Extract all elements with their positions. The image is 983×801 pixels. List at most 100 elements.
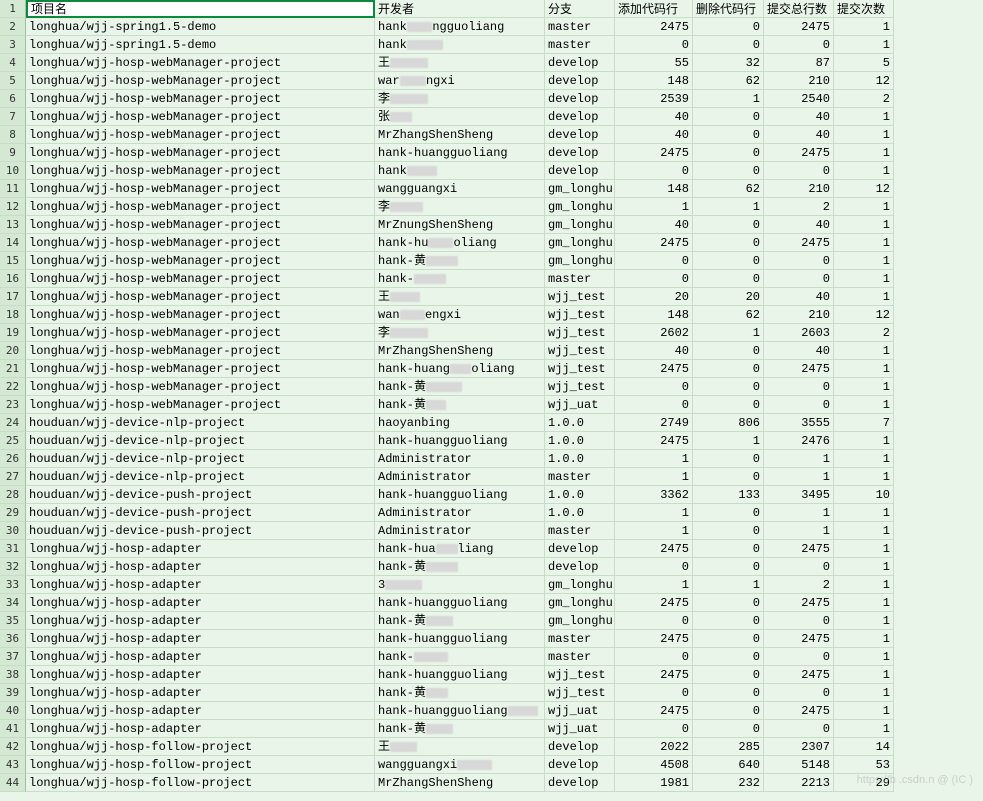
cell-deleted[interactable]: 0 bbox=[693, 108, 764, 126]
cell-branch[interactable]: 1.0.0 bbox=[545, 504, 615, 522]
cell-project[interactable]: longhua/wjj-hosp-adapter bbox=[26, 648, 375, 666]
cell-deleted[interactable]: 640 bbox=[693, 756, 764, 774]
row-header[interactable]: 9 bbox=[0, 144, 26, 162]
cell-developer[interactable]: hank-huangguoliang bbox=[375, 702, 545, 720]
cell-branch[interactable]: wjj_test bbox=[545, 342, 615, 360]
cell-developer[interactable]: hank-huangguoliang bbox=[375, 432, 545, 450]
cell-added[interactable]: 148 bbox=[615, 180, 693, 198]
cell-branch[interactable]: wjj_test bbox=[545, 306, 615, 324]
cell-deleted[interactable]: 806 bbox=[693, 414, 764, 432]
cell-developer[interactable]: wanengxi bbox=[375, 306, 545, 324]
cell-commits[interactable]: 2 bbox=[834, 324, 894, 342]
cell-deleted[interactable]: 0 bbox=[693, 522, 764, 540]
cell-developer[interactable]: 王 bbox=[375, 54, 545, 72]
cell-project[interactable]: longhua/wjj-spring1.5-demo bbox=[26, 36, 375, 54]
cell-deleted[interactable]: 0 bbox=[693, 450, 764, 468]
row-header[interactable]: 13 bbox=[0, 216, 26, 234]
cell-branch[interactable]: develop bbox=[545, 54, 615, 72]
cell-total[interactable]: 2475 bbox=[764, 702, 834, 720]
cell-total[interactable]: 2476 bbox=[764, 432, 834, 450]
cell-deleted[interactable]: 62 bbox=[693, 306, 764, 324]
cell-branch[interactable]: 1.0.0 bbox=[545, 432, 615, 450]
cell-project[interactable]: longhua/wjj-hosp-adapter bbox=[26, 630, 375, 648]
row-header[interactable]: 29 bbox=[0, 504, 26, 522]
cell-developer[interactable]: Administrator bbox=[375, 468, 545, 486]
cell-added[interactable]: 1 bbox=[615, 468, 693, 486]
cell-developer[interactable]: 李 bbox=[375, 90, 545, 108]
cell-developer[interactable]: hank- bbox=[375, 270, 545, 288]
cell-project[interactable]: longhua/wjj-hosp-webManager-project bbox=[26, 198, 375, 216]
cell-commits[interactable]: 1 bbox=[834, 108, 894, 126]
cell-added[interactable]: 2475 bbox=[615, 144, 693, 162]
cell-developer[interactable]: hankngguoliang bbox=[375, 18, 545, 36]
cell-branch[interactable]: wjj_test bbox=[545, 684, 615, 702]
cell-added[interactable]: 0 bbox=[615, 162, 693, 180]
col-header-project[interactable]: 项目名 bbox=[26, 0, 375, 18]
row-header[interactable]: 14 bbox=[0, 234, 26, 252]
cell-developer[interactable]: hank-huangguoliang bbox=[375, 144, 545, 162]
cell-branch[interactable]: develop bbox=[545, 108, 615, 126]
cell-commits[interactable]: 1 bbox=[834, 270, 894, 288]
cell-commits[interactable]: 12 bbox=[834, 180, 894, 198]
cell-commits[interactable]: 10 bbox=[834, 486, 894, 504]
cell-total[interactable]: 2475 bbox=[764, 18, 834, 36]
cell-branch[interactable]: gm_longhu bbox=[545, 198, 615, 216]
cell-commits[interactable]: 1 bbox=[834, 450, 894, 468]
cell-developer[interactable]: hank-黄 bbox=[375, 252, 545, 270]
cell-developer[interactable]: hank bbox=[375, 36, 545, 54]
cell-added[interactable]: 0 bbox=[615, 648, 693, 666]
cell-total[interactable]: 1 bbox=[764, 504, 834, 522]
cell-added[interactable]: 2022 bbox=[615, 738, 693, 756]
cell-project[interactable]: longhua/wjj-hosp-webManager-project bbox=[26, 342, 375, 360]
row-header[interactable]: 19 bbox=[0, 324, 26, 342]
row-header[interactable]: 8 bbox=[0, 126, 26, 144]
row-header[interactable]: 2 bbox=[0, 18, 26, 36]
cell-total[interactable]: 0 bbox=[764, 648, 834, 666]
row-header[interactable]: 18 bbox=[0, 306, 26, 324]
cell-added[interactable]: 0 bbox=[615, 252, 693, 270]
cell-deleted[interactable]: 0 bbox=[693, 612, 764, 630]
cell-commits[interactable]: 1 bbox=[834, 378, 894, 396]
row-header[interactable]: 26 bbox=[0, 450, 26, 468]
cell-project[interactable]: longhua/wjj-hosp-webManager-project bbox=[26, 306, 375, 324]
cell-added[interactable]: 1 bbox=[615, 504, 693, 522]
row-header[interactable]: 37 bbox=[0, 648, 26, 666]
cell-deleted[interactable]: 1 bbox=[693, 90, 764, 108]
cell-project[interactable]: longhua/wjj-hosp-webManager-project bbox=[26, 288, 375, 306]
cell-total[interactable]: 0 bbox=[764, 378, 834, 396]
cell-added[interactable]: 0 bbox=[615, 378, 693, 396]
cell-commits[interactable]: 1 bbox=[834, 630, 894, 648]
cell-deleted[interactable]: 0 bbox=[693, 720, 764, 738]
cell-added[interactable]: 2475 bbox=[615, 18, 693, 36]
cell-project[interactable]: longhua/wjj-hosp-adapter bbox=[26, 702, 375, 720]
cell-total[interactable]: 2213 bbox=[764, 774, 834, 792]
cell-commits[interactable]: 1 bbox=[834, 144, 894, 162]
row-header[interactable]: 36 bbox=[0, 630, 26, 648]
cell-deleted[interactable]: 0 bbox=[693, 504, 764, 522]
cell-developer[interactable]: hank-黄 bbox=[375, 396, 545, 414]
cell-project[interactable]: longhua/wjj-hosp-webManager-project bbox=[26, 126, 375, 144]
cell-commits[interactable]: 1 bbox=[834, 360, 894, 378]
cell-project[interactable]: longhua/wjj-hosp-adapter bbox=[26, 558, 375, 576]
cell-developer[interactable]: hank-黄 bbox=[375, 720, 545, 738]
cell-branch[interactable]: wjj_uat bbox=[545, 396, 615, 414]
cell-developer[interactable]: hank-黄 bbox=[375, 378, 545, 396]
cell-project[interactable]: longhua/wjj-hosp-follow-project bbox=[26, 756, 375, 774]
cell-branch[interactable]: master bbox=[545, 270, 615, 288]
cell-branch[interactable]: wjj_uat bbox=[545, 702, 615, 720]
cell-deleted[interactable]: 0 bbox=[693, 594, 764, 612]
cell-developer[interactable]: hank-黄 bbox=[375, 684, 545, 702]
row-header[interactable]: 20 bbox=[0, 342, 26, 360]
cell-commits[interactable]: 1 bbox=[834, 288, 894, 306]
cell-deleted[interactable]: 133 bbox=[693, 486, 764, 504]
cell-developer[interactable]: warngxi bbox=[375, 72, 545, 90]
row-header[interactable]: 24 bbox=[0, 414, 26, 432]
cell-developer[interactable]: hank-huangoliang bbox=[375, 360, 545, 378]
cell-commits[interactable]: 1 bbox=[834, 432, 894, 450]
cell-developer[interactable]: 王 bbox=[375, 288, 545, 306]
row-header[interactable]: 33 bbox=[0, 576, 26, 594]
col-header-total[interactable]: 提交总行数 bbox=[764, 0, 834, 18]
cell-total[interactable]: 0 bbox=[764, 720, 834, 738]
row-header[interactable]: 12 bbox=[0, 198, 26, 216]
cell-commits[interactable]: 1 bbox=[834, 720, 894, 738]
